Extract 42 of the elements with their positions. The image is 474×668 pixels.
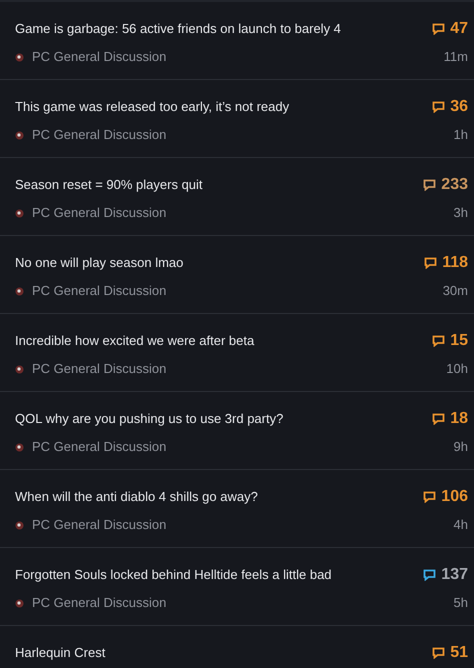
topic-title[interactable]: Incredible how excited we were after beta xyxy=(15,331,254,351)
forum-icon xyxy=(15,52,24,62)
forum-icon xyxy=(15,442,24,452)
topic-title[interactable]: Harlequin Crest xyxy=(15,643,106,663)
forum-name[interactable]: PC General Discussion xyxy=(32,203,166,223)
forum-name[interactable]: PC General Discussion xyxy=(32,515,166,535)
forum-icon xyxy=(15,286,24,296)
reply-count: 137 xyxy=(441,565,468,585)
topic-title[interactable]: Season reset = 90% players quit xyxy=(15,175,203,195)
forum-icon xyxy=(15,208,24,218)
reply-count: 106 xyxy=(441,487,468,507)
topic-title[interactable]: No one will play season lmao xyxy=(15,253,184,273)
post-time: 30m xyxy=(442,282,468,300)
post-time: 1h xyxy=(454,126,468,144)
reply-count: 18 xyxy=(450,409,468,429)
reply-count: 233 xyxy=(441,175,468,195)
forum-icon xyxy=(15,364,24,374)
forum-icon xyxy=(15,520,24,530)
forum-name[interactable]: PC General Discussion xyxy=(32,125,166,145)
topic-title[interactable]: Forgotten Souls locked behind Helltide feels a little bad xyxy=(15,565,332,585)
forum-name[interactable]: PC General Discussion xyxy=(32,437,166,457)
forum-icon xyxy=(15,130,24,140)
forum-name[interactable]: PC General Discussion xyxy=(32,359,166,379)
forum-name[interactable]: PC General Discussion xyxy=(32,47,166,67)
post-time: 4h xyxy=(454,516,468,534)
topic-title[interactable]: When will the anti diablo 4 shills go away? xyxy=(15,487,258,507)
reply-count: 118 xyxy=(442,253,468,273)
reply-count: 51 xyxy=(450,643,468,663)
topic-title[interactable]: Game is garbage: 56 active friends on launch to barely 4 xyxy=(15,19,341,39)
reply-count: 47 xyxy=(450,19,468,39)
reply-count: 15 xyxy=(450,331,468,351)
post-time: 11m xyxy=(444,48,468,66)
reply-count: 36 xyxy=(450,97,468,117)
post-time: 9h xyxy=(454,438,468,456)
forum-icon xyxy=(15,598,24,608)
forum-name[interactable]: PC General Discussion xyxy=(32,281,166,301)
topic-title[interactable]: This game was released too early, it’s not ready xyxy=(15,97,290,117)
post-time: 5h xyxy=(454,594,468,612)
post-time: 10h xyxy=(446,360,468,378)
post-time: 3h xyxy=(454,204,468,222)
topic-title[interactable]: QOL why are you pushing us to use 3rd party? xyxy=(15,409,284,429)
forum-name[interactable]: PC General Discussion xyxy=(32,593,166,613)
